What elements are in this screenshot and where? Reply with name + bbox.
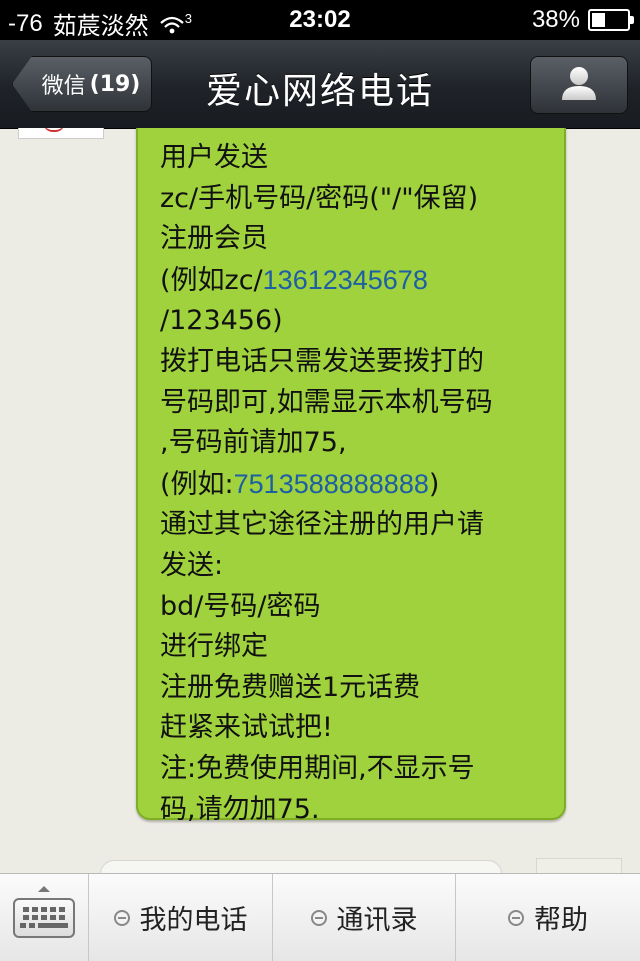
menu-label: 帮助 bbox=[534, 905, 588, 936]
menu-dot-icon bbox=[310, 909, 327, 926]
menu-label: 通讯录 bbox=[336, 905, 418, 936]
message-text: bd/号码/密码 bbox=[160, 590, 321, 622]
message-line: 码,请勿加75. bbox=[160, 790, 546, 831]
bottom-menu-bar: 我的电话 通讯录 帮助 bbox=[0, 873, 640, 961]
message-line: bd/号码/密码 bbox=[160, 587, 546, 628]
status-bar: -76 茹莀淡然 3 23:02 38% bbox=[0, 0, 640, 40]
menu-dot-icon bbox=[113, 909, 130, 926]
menu-my-phone[interactable]: 我的电话 bbox=[89, 874, 273, 961]
message-text: 注:免费使用期间,不显示号 bbox=[160, 752, 475, 784]
keyboard-icon bbox=[13, 897, 75, 938]
menu-help[interactable]: 帮助 bbox=[456, 874, 640, 961]
navigation-bar: 微信 (19) 爱心网络电话 bbox=[0, 40, 640, 129]
message-line: 用户发送 bbox=[160, 138, 546, 179]
user-avatar[interactable] bbox=[536, 858, 622, 873]
message-text: 码,请勿加75. bbox=[160, 793, 320, 825]
person-icon bbox=[560, 65, 598, 105]
message-line: 通过其它途径注册的用户请 bbox=[160, 505, 546, 546]
message-text: ,号码前请加75, bbox=[160, 427, 347, 459]
next-message-bubble[interactable] bbox=[100, 860, 502, 873]
message-line: zc/手机号码/密码("/"保留) bbox=[160, 179, 546, 220]
battery-fill bbox=[592, 13, 605, 27]
message-text: 用户发送 bbox=[160, 142, 268, 173]
keyboard-toggle-button[interactable] bbox=[0, 874, 89, 961]
status-right: 38% bbox=[531, 6, 634, 34]
message-line: 号码即可,如需显示本机号码 bbox=[160, 383, 546, 424]
caret-up-icon bbox=[38, 886, 50, 892]
message-line: 注册会员 bbox=[160, 219, 546, 260]
message-text: /123456) bbox=[160, 305, 283, 337]
sender-avatar[interactable] bbox=[18, 128, 104, 139]
battery-icon bbox=[588, 9, 634, 31]
message-text: 号码即可,如需显示本机号码 bbox=[160, 386, 493, 418]
message-text: 拨打电话只需发送要拨打的 bbox=[160, 345, 484, 377]
phone-number-link[interactable]: 13612345678 bbox=[263, 265, 428, 295]
message-text: 注册会员 bbox=[160, 223, 268, 255]
message-text: (例如zc/ bbox=[160, 264, 263, 296]
message-line: (例如:7513588888888) bbox=[160, 464, 546, 506]
message-text: (例如: bbox=[160, 468, 234, 500]
message-text: 通过其它途径注册的用户请 bbox=[160, 509, 484, 541]
menu-dot-icon bbox=[508, 909, 524, 926]
message-line: (例如zc/13612345678 bbox=[160, 260, 546, 302]
message-text: 注册免费赠送1元话费 bbox=[160, 671, 421, 703]
message-line: 发送: bbox=[160, 546, 546, 587]
phone-number-link[interactable]: 7513588888888 bbox=[234, 469, 429, 499]
battery-percent: 38% bbox=[531, 6, 580, 33]
message-text: 赶紧来试试把! bbox=[160, 712, 333, 744]
message-text: 发送: bbox=[160, 549, 224, 581]
profile-button[interactable] bbox=[530, 56, 628, 114]
message-line: ,号码前请加75, bbox=[160, 423, 546, 464]
chat-area[interactable]: 用户发送 zc/手机号码/密码("/"保留) 注册会员 (例如zc/136123456… bbox=[0, 128, 640, 873]
message-text: 进行绑定 bbox=[160, 631, 268, 663]
message-text: zc/手机号码/密码("/"保留) bbox=[160, 182, 479, 214]
message-bubble[interactable]: 用户发送 zc/手机号码/密码("/"保留) 注册会员 (例如zc/136123456… bbox=[136, 128, 566, 825]
message-line: 注册免费赠送1元话费 bbox=[160, 668, 546, 709]
message-text: ) bbox=[428, 468, 440, 500]
message-line: 注:免费使用期间,不显示号 bbox=[160, 749, 546, 790]
menu-contacts[interactable]: 通讯录 bbox=[273, 874, 456, 961]
message-line: /123456) bbox=[160, 301, 546, 342]
message-line: 进行绑定 bbox=[160, 627, 546, 668]
menu-label: 我的电话 bbox=[139, 905, 248, 936]
message-line: 赶紧来试试把! bbox=[160, 708, 546, 749]
message-line: 拨打电话只需发送要拨打的 bbox=[160, 342, 546, 383]
